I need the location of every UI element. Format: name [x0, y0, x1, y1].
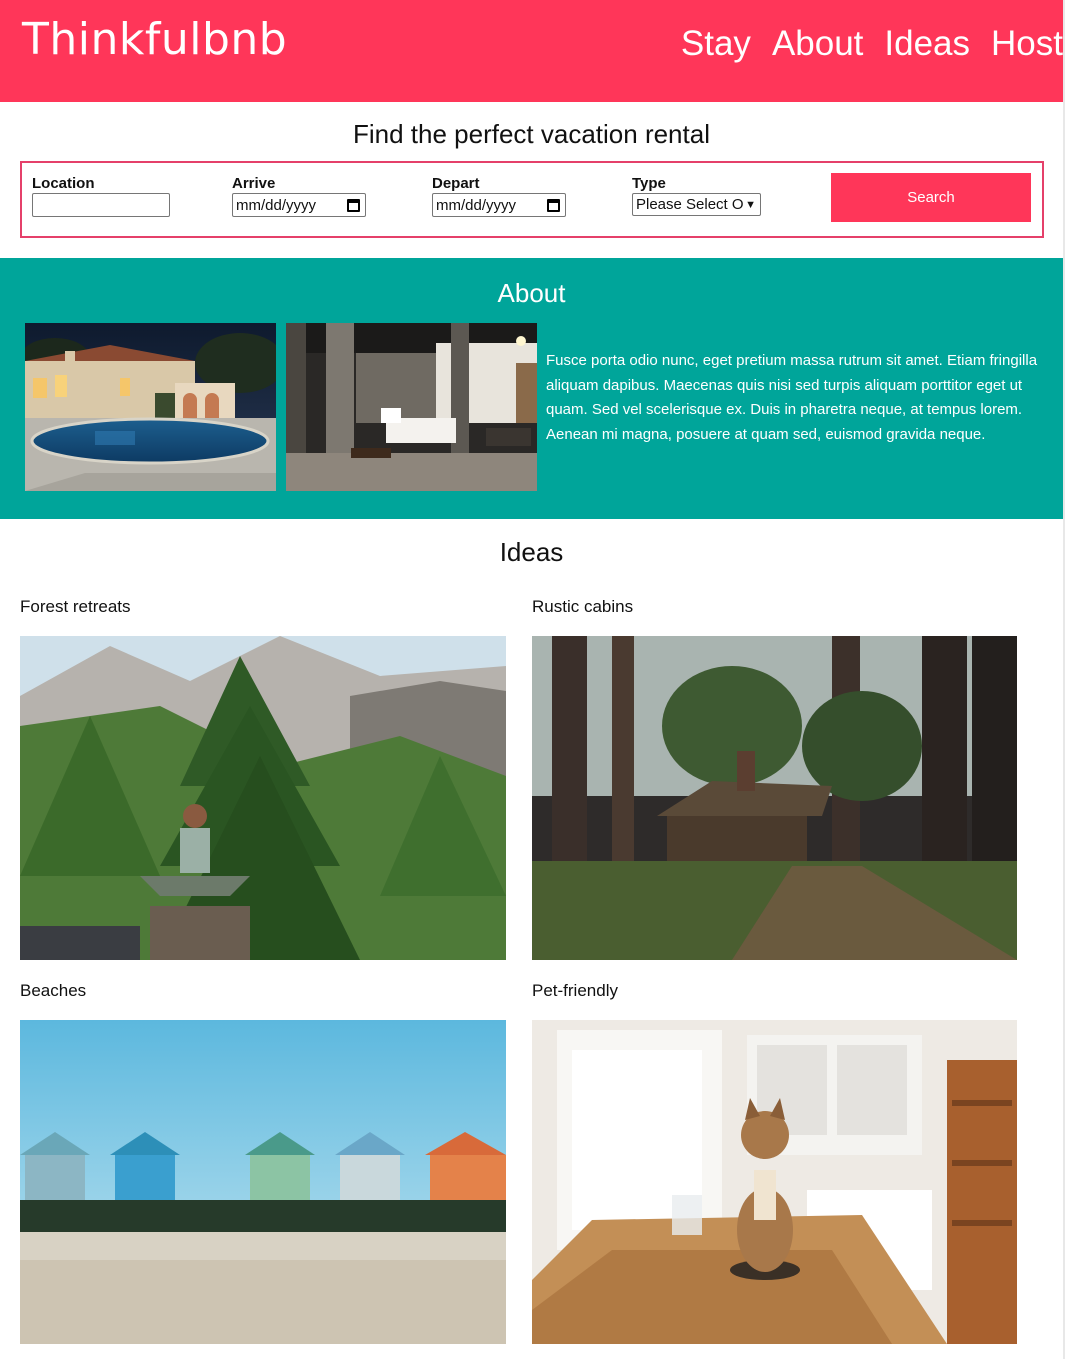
- depart-date-input[interactable]: mm/dd/yyyy: [432, 193, 566, 217]
- chevron-down-icon: ▼: [745, 198, 756, 211]
- type-selected-value: Please Select O: [636, 196, 744, 213]
- search-heading: Find the perfect vacation rental: [353, 119, 710, 149]
- pet-friendly-photo[interactable]: [532, 1020, 1017, 1344]
- beaches-photo[interactable]: [20, 1020, 506, 1344]
- nav-link-host[interactable]: Host: [991, 24, 1063, 64]
- depart-date-value: mm/dd/yyyy: [436, 196, 517, 214]
- site-logo[interactable]: Thinkfulbnb: [22, 14, 287, 65]
- location-label: Location: [32, 175, 95, 192]
- about-description: Fusce porta odio nunc, eget pretium mass…: [546, 352, 1038, 443]
- nav-link-about[interactable]: About: [772, 24, 863, 64]
- depart-label: Depart: [432, 175, 480, 192]
- loft-bedroom-photo: [286, 323, 537, 491]
- site-header: Thinkfulbnb Stay About Ideas Host: [0, 0, 1063, 102]
- arrive-date-value: mm/dd/yyyy: [236, 196, 317, 214]
- idea-label-beaches: Beaches: [20, 981, 87, 1000]
- about-heading: About: [497, 278, 566, 308]
- search-button[interactable]: Search: [831, 173, 1031, 222]
- idea-label-rustic-cabins: Rustic cabins: [532, 597, 634, 616]
- calendar-icon[interactable]: [547, 198, 560, 212]
- depart-field-group: Depart mm/dd/yyyy: [432, 175, 566, 217]
- arrive-field-group: Arrive mm/dd/yyyy: [232, 175, 366, 217]
- location-field-group: Location: [32, 175, 170, 217]
- nav-link-ideas[interactable]: Ideas: [884, 24, 970, 64]
- rustic-cabins-photo[interactable]: [532, 636, 1017, 960]
- type-label: Type: [632, 175, 666, 192]
- calendar-icon[interactable]: [347, 198, 360, 212]
- ideas-heading: Ideas: [499, 537, 564, 567]
- idea-label-pet-friendly: Pet-friendly: [532, 981, 618, 1000]
- forest-retreats-photo[interactable]: [20, 636, 506, 960]
- main-nav: Stay About Ideas Host: [681, 24, 1063, 64]
- villa-pool-photo: [25, 323, 276, 491]
- about-section: About Fusce porta odio nunc, eget pretiu…: [0, 258, 1063, 519]
- type-select[interactable]: Please Select O ▼: [632, 193, 761, 216]
- location-input[interactable]: [32, 193, 170, 217]
- search-form: Location Arrive mm/dd/yyyy Depart mm/dd/…: [20, 161, 1044, 238]
- type-field-group: Type Please Select O ▼: [632, 175, 761, 216]
- arrive-label: Arrive: [232, 175, 276, 192]
- idea-label-forest-retreats: Forest retreats: [20, 597, 131, 616]
- nav-link-stay[interactable]: Stay: [681, 24, 751, 64]
- arrive-date-input[interactable]: mm/dd/yyyy: [232, 193, 366, 217]
